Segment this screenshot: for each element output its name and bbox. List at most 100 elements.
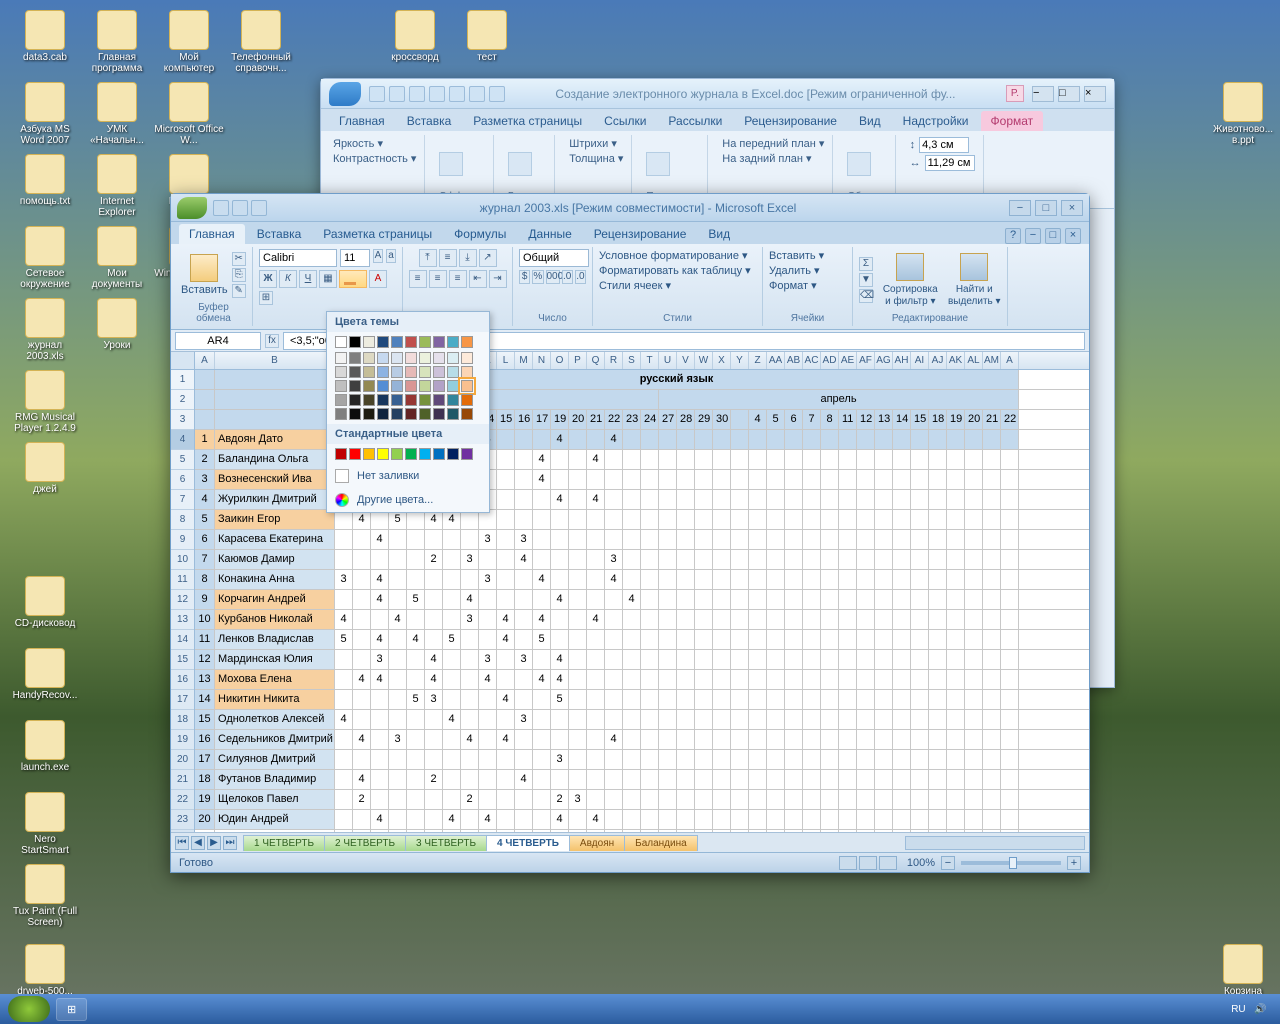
column-header[interactable]: AL xyxy=(965,352,983,369)
cell[interactable] xyxy=(569,810,587,829)
cell[interactable] xyxy=(983,470,1001,489)
cell[interactable] xyxy=(443,590,461,609)
color-swatch[interactable] xyxy=(349,336,361,348)
column-header[interactable]: AH xyxy=(893,352,911,369)
cell[interactable] xyxy=(929,810,947,829)
clear-icon[interactable]: ⌫ xyxy=(859,289,873,303)
cell[interactable] xyxy=(215,370,335,389)
row-header[interactable]: 6 xyxy=(171,470,194,490)
color-swatch[interactable] xyxy=(349,448,361,460)
desktop-icon[interactable]: журнал 2003.xls xyxy=(10,298,80,362)
cell[interactable]: 2 xyxy=(425,770,443,789)
column-header[interactable]: W xyxy=(695,352,713,369)
word-titlebar[interactable]: Создание электронного журнала в Excel.do… xyxy=(321,79,1114,109)
cell[interactable] xyxy=(785,710,803,729)
cell[interactable] xyxy=(713,510,731,529)
cell[interactable] xyxy=(911,810,929,829)
cell[interactable] xyxy=(893,790,911,809)
column-header[interactable]: Q xyxy=(587,352,605,369)
cell[interactable] xyxy=(659,670,677,689)
cell[interactable] xyxy=(947,650,965,669)
cell[interactable]: 18 xyxy=(929,410,947,429)
cell[interactable]: Мохова Елена xyxy=(215,670,335,689)
font-color-button[interactable]: A xyxy=(369,270,387,288)
cell[interactable] xyxy=(605,470,623,489)
column-header[interactable]: S xyxy=(623,352,641,369)
column-header[interactable]: AI xyxy=(911,352,929,369)
cell[interactable] xyxy=(911,490,929,509)
column-header[interactable]: AA xyxy=(767,352,785,369)
cell[interactable]: Юдин Андрей xyxy=(215,810,335,829)
page-layout-view-icon[interactable] xyxy=(859,856,877,870)
format-table-button[interactable]: Форматировать как таблицу ▾ xyxy=(599,264,751,277)
cell[interactable] xyxy=(389,550,407,569)
cell[interactable] xyxy=(443,610,461,629)
cell[interactable]: Заикин Егор xyxy=(215,510,335,529)
cell[interactable] xyxy=(983,670,1001,689)
print-icon[interactable] xyxy=(429,86,445,102)
cell[interactable] xyxy=(839,590,857,609)
cell[interactable]: 4 xyxy=(749,410,767,429)
cell[interactable] xyxy=(893,490,911,509)
cell[interactable] xyxy=(821,570,839,589)
cell[interactable] xyxy=(587,630,605,649)
cell[interactable]: 4 xyxy=(533,670,551,689)
cell[interactable] xyxy=(893,810,911,829)
color-swatch[interactable] xyxy=(363,408,375,420)
shrink-font-icon[interactable]: a xyxy=(386,249,396,263)
color-swatch[interactable] xyxy=(363,352,375,364)
cell[interactable] xyxy=(713,710,731,729)
undo-icon[interactable] xyxy=(389,86,405,102)
cell[interactable] xyxy=(659,530,677,549)
row-header[interactable]: 16 xyxy=(171,670,194,690)
cell[interactable] xyxy=(893,470,911,489)
cell[interactable] xyxy=(893,730,911,749)
cell[interactable]: 5 xyxy=(551,690,569,709)
cell[interactable]: 5 xyxy=(533,630,551,649)
cell[interactable] xyxy=(335,830,353,832)
color-swatch[interactable] xyxy=(433,336,445,348)
ribbon-tab[interactable]: Вид xyxy=(849,111,891,131)
cell[interactable] xyxy=(587,650,605,669)
cell[interactable] xyxy=(389,650,407,669)
cell[interactable] xyxy=(533,650,551,669)
cell[interactable] xyxy=(839,790,857,809)
cell[interactable] xyxy=(497,590,515,609)
cell[interactable] xyxy=(659,470,677,489)
redo-icon[interactable] xyxy=(251,200,267,216)
cell[interactable] xyxy=(821,470,839,489)
fill-color-button[interactable] xyxy=(339,270,367,288)
cell[interactable] xyxy=(785,490,803,509)
cell[interactable]: 7 xyxy=(195,550,215,569)
cell[interactable] xyxy=(551,730,569,749)
cell[interactable] xyxy=(911,830,929,832)
cell[interactable] xyxy=(821,430,839,449)
color-swatch[interactable] xyxy=(391,366,403,378)
cell[interactable] xyxy=(641,570,659,589)
column-header[interactable]: A xyxy=(1001,352,1019,369)
underline-button[interactable]: Ч xyxy=(299,270,317,288)
cell[interactable] xyxy=(857,470,875,489)
row-header[interactable]: 20 xyxy=(171,750,194,770)
cell[interactable] xyxy=(587,690,605,709)
cell[interactable] xyxy=(767,750,785,769)
cell[interactable] xyxy=(605,490,623,509)
cell[interactable] xyxy=(641,470,659,489)
spellcheck-icon[interactable] xyxy=(469,86,485,102)
cell[interactable] xyxy=(551,530,569,549)
color-swatch[interactable] xyxy=(419,366,431,378)
cell[interactable] xyxy=(659,550,677,569)
cell[interactable] xyxy=(677,710,695,729)
cell[interactable] xyxy=(677,750,695,769)
cell[interactable]: 9 xyxy=(195,590,215,609)
cell[interactable] xyxy=(911,770,929,789)
cell[interactable] xyxy=(371,770,389,789)
cell[interactable] xyxy=(677,690,695,709)
cell[interactable] xyxy=(515,590,533,609)
cell[interactable] xyxy=(497,790,515,809)
cell[interactable] xyxy=(641,590,659,609)
cell[interactable] xyxy=(767,790,785,809)
row-header[interactable]: 22 xyxy=(171,790,194,810)
maximize-button[interactable]: □ xyxy=(1035,200,1057,216)
ribbon-tab[interactable]: Рецензирование xyxy=(734,111,847,131)
